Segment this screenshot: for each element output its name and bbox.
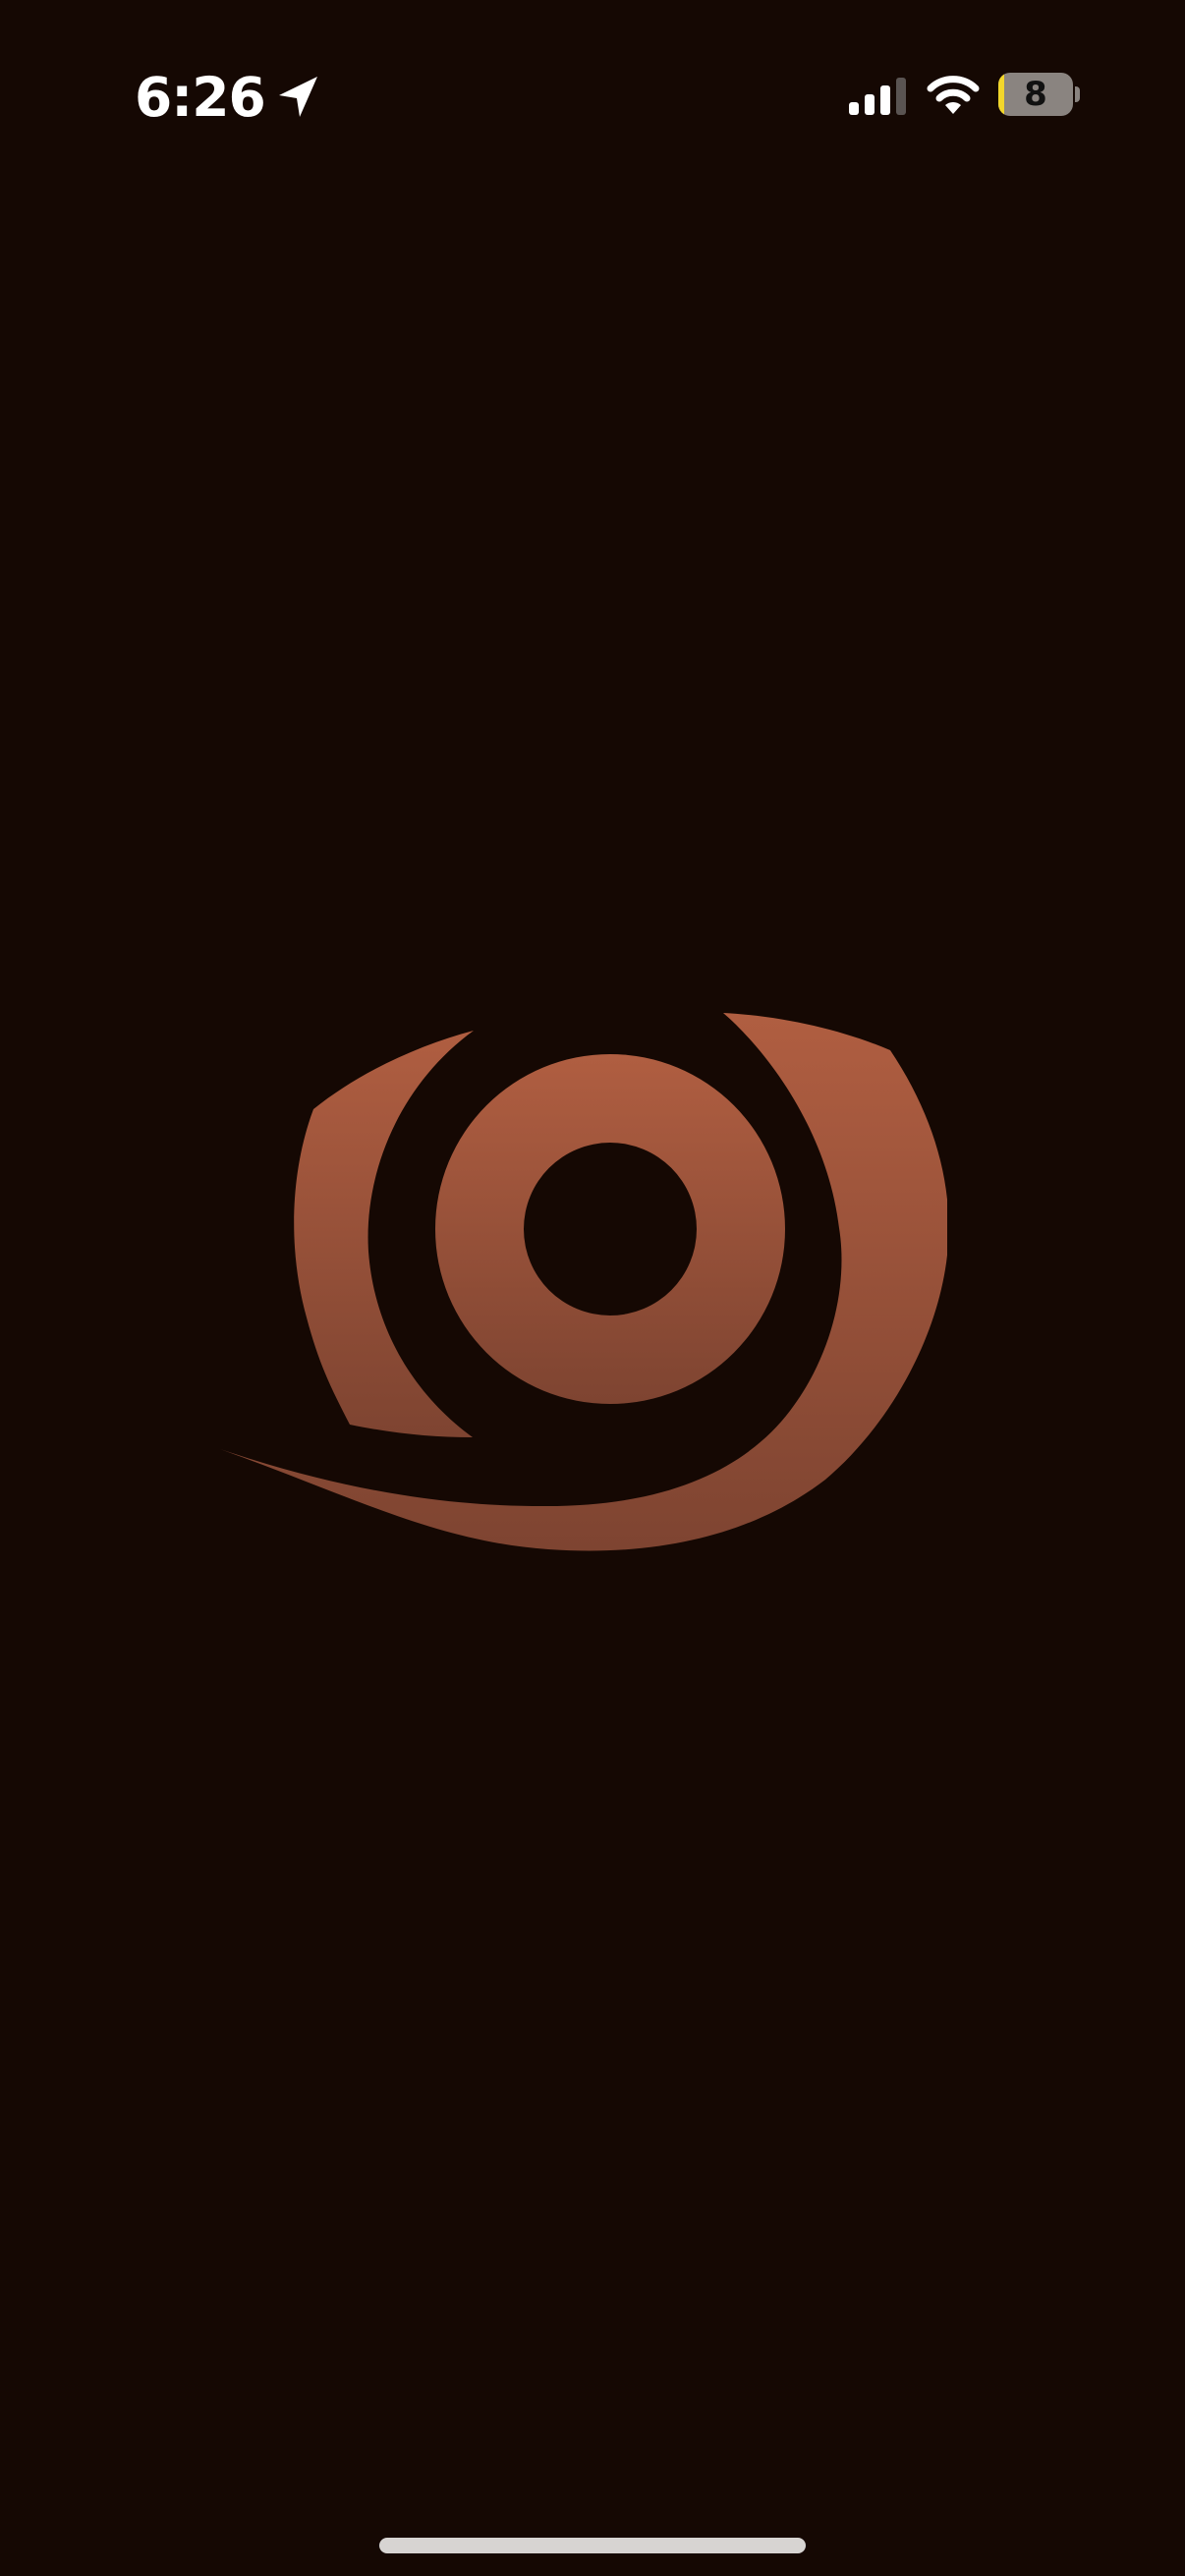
- clock-group: 6:26: [135, 63, 320, 132]
- eye-swirl-logo-icon: [220, 1013, 947, 1551]
- battery-body: 8: [998, 73, 1073, 116]
- battery-nub: [1075, 86, 1080, 102]
- signal-bar-3: [880, 85, 890, 115]
- location-arrow-icon: [278, 77, 317, 117]
- battery-level: 8: [1024, 75, 1047, 114]
- home-indicator[interactable]: [379, 2538, 806, 2553]
- battery-indicator: 8: [998, 73, 1081, 116]
- signal-bar-1: [849, 102, 859, 115]
- status-bar: 6:26 8: [0, 0, 1185, 187]
- signal-bar-4: [896, 78, 906, 115]
- logo-center-ring: [435, 1054, 785, 1404]
- signal-bar-2: [865, 94, 875, 115]
- status-time: 6:26: [135, 66, 266, 129]
- wifi-icon: [927, 76, 980, 114]
- cellular-signal-icon: [849, 78, 906, 115]
